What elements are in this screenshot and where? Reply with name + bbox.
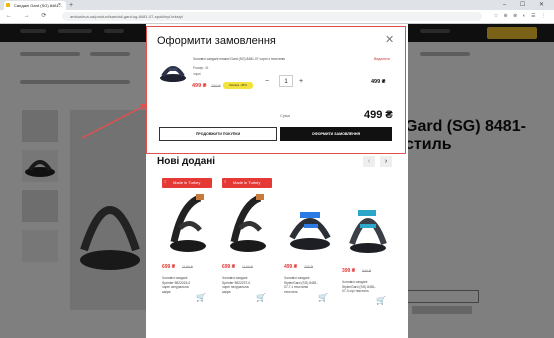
modal-title: Оформити замовлення bbox=[157, 35, 276, 47]
discount-badge: Знижка -38% bbox=[223, 82, 253, 89]
cart-icon[interactable]: 🛒 bbox=[256, 293, 266, 302]
product-old-price: 1199 ₴ bbox=[182, 265, 193, 269]
turkey-flag-icon: ☾ bbox=[224, 178, 228, 184]
cart-item-price: 499 ₴ bbox=[192, 83, 207, 89]
product-price: 699 ₴ bbox=[222, 264, 236, 270]
carousel-prev-button[interactable]: ‹ bbox=[363, 156, 375, 167]
cart-icon[interactable]: 🛒 bbox=[318, 293, 328, 302]
cart-item-size: Розмір: 41 bbox=[193, 66, 209, 70]
continue-shopping-button[interactable]: ПРОДОВЖИТИ ПОКУПКИ bbox=[159, 127, 277, 141]
line-total: 499 ₴ bbox=[371, 79, 386, 85]
cart-item-old-price: 799 ₴ bbox=[211, 84, 221, 88]
quantity-decrease-button[interactable]: − bbox=[265, 78, 269, 85]
product-card[interactable]: 499 ₴ 799 ₴ Чоловічі сандалі StylenGard … bbox=[282, 176, 338, 326]
product-card[interactable]: Made in Turkey ☾ 699 ₴ 1199 ₴ Чоловічі с… bbox=[160, 176, 216, 326]
product-name[interactable]: Чоловічі сандалі Sprinter 9822237-0 чорн… bbox=[222, 276, 256, 295]
product-name[interactable]: Чоловічі сандалі Sprinter 9822015-0 чорн… bbox=[162, 276, 196, 295]
product-price: 499 ₴ bbox=[284, 264, 298, 270]
remove-item-link[interactable]: Видалити bbox=[374, 57, 390, 61]
product-card[interactable]: 399 ₴ 599 ₴ Чоловічі сандалі StylenGard … bbox=[340, 176, 396, 326]
product-name[interactable]: Чоловічі сандалі StylenGard (SG) 8481-07… bbox=[342, 280, 376, 294]
product-old-price: 799 ₴ bbox=[304, 265, 313, 269]
made-in-badge: Made in Turkey bbox=[222, 178, 272, 188]
product-price: 699 ₴ bbox=[162, 264, 176, 270]
sum-label: Сума bbox=[280, 113, 290, 118]
new-arrivals-title: Нові додані bbox=[157, 156, 216, 167]
cart-item-image bbox=[158, 56, 188, 86]
cart-icon[interactable]: 🛒 bbox=[196, 293, 206, 302]
quantity-input[interactable]: 1 bbox=[279, 75, 293, 87]
product-image bbox=[230, 194, 266, 252]
quantity-increase-button[interactable]: + bbox=[299, 78, 303, 85]
cart-icon[interactable]: 🛒 bbox=[376, 296, 386, 305]
product-name[interactable]: Чоловічі сандалі StylenGard (SG) 8481-07… bbox=[284, 276, 318, 295]
made-in-badge: Made in Turkey bbox=[162, 178, 212, 188]
product-image bbox=[289, 212, 331, 250]
close-icon[interactable]: ✕ bbox=[385, 33, 394, 46]
carousel-next-button[interactable]: › bbox=[380, 156, 392, 167]
product-old-price: 599 ₴ bbox=[362, 269, 371, 273]
turkey-flag-icon: ☾ bbox=[164, 178, 168, 184]
product-image bbox=[349, 210, 387, 253]
cart-item-color: чорні bbox=[193, 72, 201, 76]
product-card[interactable]: Made in Turkey ☾ 699 ₴ 1199 ₴ Чоловічі с… bbox=[220, 176, 276, 326]
product-price: 399 ₴ bbox=[342, 268, 356, 274]
checkout-button[interactable]: ОФОРМИТИ ЗАМОВЛЕННЯ bbox=[280, 127, 392, 141]
cart-item-description[interactable]: Чоловічі сандалі пляжні Gard (SG) 8481-0… bbox=[193, 57, 343, 62]
product-old-price: 1199 ₴ bbox=[242, 265, 253, 269]
product-image bbox=[170, 194, 206, 252]
sum-value: 499 ₴ bbox=[364, 109, 393, 121]
